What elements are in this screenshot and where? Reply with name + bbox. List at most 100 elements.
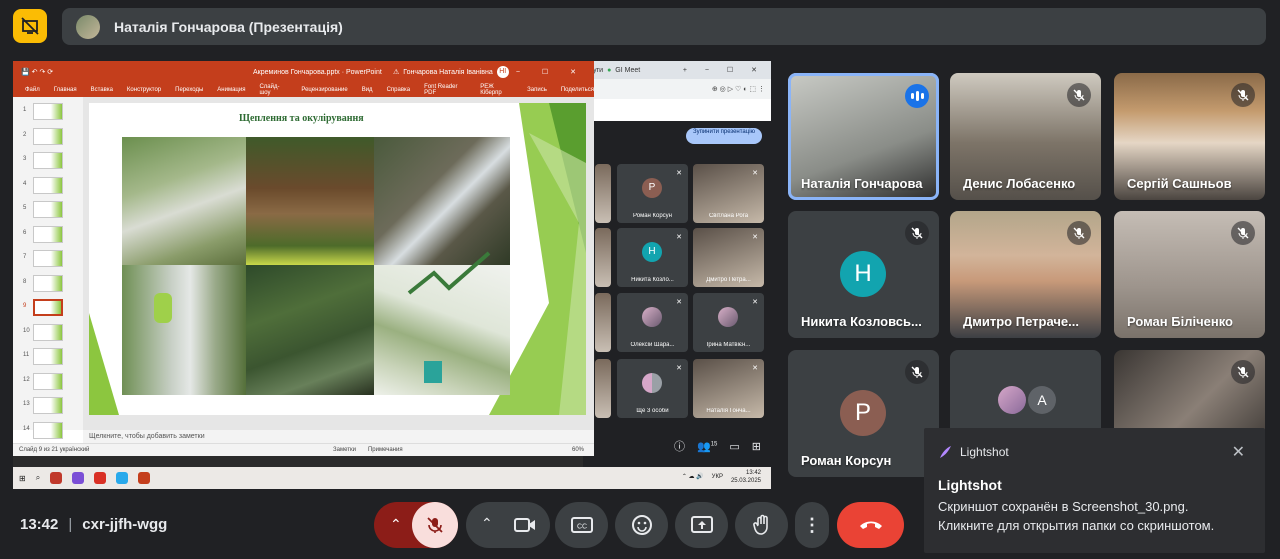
captions-button[interactable]: CC (555, 502, 608, 548)
ribbon-tab[interactable]: Вставка (91, 87, 113, 93)
emoji-icon (631, 515, 652, 535)
slide-thumbnail[interactable] (33, 323, 63, 341)
participant-name: Наталія Гончарова (801, 176, 923, 191)
avatar: Н (840, 251, 886, 297)
app-icon[interactable] (94, 472, 107, 484)
slide-thumbnail[interactable] (33, 299, 63, 316)
presenter-title: Наталія Гончарова (Презентація) (114, 18, 343, 35)
ppt-user-name: Гончарова Наталія Іванівна (403, 68, 493, 76)
ribbon-tab[interactable]: Вид (362, 87, 373, 93)
ppt-ribbon-tabs: Файл Главная Вставка Конструктор Переходы Ани… (13, 83, 594, 97)
participant-tile[interactable]: Денис Лобасенко (950, 73, 1101, 200)
viber-icon[interactable] (72, 472, 85, 484)
people-icon: 👥15 (696, 440, 718, 453)
ribbon-tab[interactable]: РЕЖ Кіберпр (480, 84, 513, 96)
clock: 13:42 (20, 516, 59, 533)
ribbon-tab[interactable]: Поделиться (561, 87, 594, 93)
participant-tile[interactable]: Р Роман Корсун (788, 350, 939, 477)
participant-name: Дмитро Петраче... (963, 314, 1079, 329)
participant-tile[interactable]: Н Никита Козловсь... (788, 211, 939, 338)
slide-thumbnail[interactable] (33, 103, 63, 120)
info-icon: ⓘ (673, 441, 685, 453)
app-icon[interactable] (50, 472, 63, 484)
stop-presenting-button[interactable]: Зупинити презентацію (686, 128, 762, 144)
notes-pane[interactable]: Щелкните, чтобы добавить заметки (83, 430, 594, 443)
search-icon[interactable]: ⌕ (36, 473, 40, 483)
ppt-user: ⚠ Гончарова Наталія Іванівна НІ (393, 66, 509, 78)
slide-thumbnail[interactable] (33, 176, 63, 194)
shared-screen: дуги ● GI Meet + − ☐ ✕ ⊕ ◎ ▷ ♡ ◐ ⬚ ⋮ Зуп… (13, 61, 771, 489)
mic-off-icon (427, 517, 443, 533)
ppt-window-controls[interactable]: − ☐ ✕ (516, 68, 586, 76)
powerpoint-icon[interactable] (138, 472, 151, 484)
slide-thumbnail[interactable] (33, 421, 63, 439)
thumb-number: 14 (23, 425, 30, 432)
lightshot-notification[interactable]: Lightshot ✕ Lightshot Скриншот сохранён … (924, 428, 1265, 553)
toast-message: Скриншот сохранён в Screenshot_30.png. (938, 499, 1189, 514)
window-controls-icon: + − ☐ ✕ (682, 67, 765, 74)
slide-thumbnail[interactable] (33, 274, 63, 292)
participant-name: Никита Козловсь... (801, 314, 922, 329)
slide-thumbnail[interactable] (33, 348, 63, 365)
zoom-level[interactable]: 60% (572, 447, 584, 453)
slide-counter: Слайд 9 из 21 українский (19, 447, 90, 453)
thumb-number: 8 (23, 278, 27, 285)
present-button[interactable] (675, 502, 728, 548)
ribbon-tab[interactable]: Переходы (175, 87, 203, 93)
mic-toggle-button[interactable] (412, 502, 458, 548)
mirrored-participant-tile: ✕ Дмитро Петра... (693, 228, 764, 287)
browser-tabs: дуги ● GI Meet + − ☐ ✕ (583, 61, 771, 79)
mic-off-icon (1067, 83, 1091, 107)
slide-thumbnail[interactable] (33, 397, 63, 414)
presenter-desktop: дуги ● GI Meet + − ☐ ✕ ⊕ ◎ ▷ ♡ ◐ ⬚ ⋮ Зуп… (13, 61, 771, 489)
end-call-button[interactable] (837, 502, 904, 548)
ribbon-tab[interactable]: Файл (25, 87, 40, 93)
participant-name: Ірина Матвієн... (706, 342, 751, 348)
slide-thumbnail[interactable] (33, 152, 63, 169)
thumb-number: 9 (23, 303, 27, 309)
more-vert-icon: ⋮ (803, 514, 821, 535)
ribbon-tab[interactable]: Запись (527, 87, 547, 93)
avatar: А (1028, 386, 1056, 414)
participant-tile[interactable]: Сергій Сашньов (1114, 73, 1265, 200)
mic-off-icon (905, 221, 929, 245)
ribbon-tab[interactable]: Анимация (217, 87, 245, 93)
comments-button[interactable]: Примечания (368, 447, 403, 453)
meet-tab-icon: ● (607, 66, 612, 74)
mirrored-participant-tile: ✕ Наталія Гонча... (693, 359, 764, 418)
meet-window: Наталія Гончарова (Презентація) дуги ● G… (0, 0, 1280, 559)
ribbon-tab[interactable]: Главная (54, 87, 77, 93)
ribbon-tab[interactable]: Рецензирование (301, 87, 347, 93)
thumb-number: 11 (23, 352, 30, 358)
participant-name: Никита Козло... (631, 277, 674, 283)
speaking-indicator-icon (905, 84, 929, 108)
avatar (718, 307, 738, 327)
ribbon-tab[interactable]: Слайд-шоу (259, 84, 287, 96)
browser-tab[interactable]: GI Meet (615, 67, 640, 74)
presenter-avatar (76, 14, 100, 39)
emoji-button[interactable] (615, 502, 668, 548)
slide-thumbnail[interactable] (33, 372, 63, 390)
slide-thumbnail[interactable] (33, 250, 63, 267)
telegram-icon[interactable] (116, 472, 129, 484)
more-options-button[interactable]: ⋮ (795, 502, 829, 548)
ribbon-tab[interactable]: Font Reader PDF (424, 84, 466, 96)
slide-thumbnail[interactable] (33, 225, 63, 243)
ribbon-tab[interactable]: Справка (387, 87, 411, 93)
notes-button[interactable]: Заметки (333, 447, 356, 453)
camera-toggle-button[interactable]: ⌃ (466, 502, 550, 548)
windows-start-icon[interactable]: ⊞ (19, 474, 26, 483)
presentation-off-icon[interactable] (13, 9, 47, 43)
ribbon-tab[interactable]: Конструктор (127, 87, 161, 93)
participant-tile[interactable]: Дмитро Петраче... (950, 211, 1101, 338)
raise-hand-button[interactable] (735, 502, 788, 548)
participant-tile[interactable]: Наталія Гончарова (788, 73, 939, 200)
slide-thumbnail[interactable] (33, 201, 63, 218)
slide-thumbnail[interactable] (33, 127, 63, 145)
participant-name: Роман Корсун (801, 453, 892, 468)
mirrored-participant-tile (595, 228, 611, 287)
participant-tile[interactable]: Роман Біліченко (1114, 211, 1265, 338)
avatar: Р (642, 178, 662, 198)
mirrored-participant-tile: ✕ Олексій Шара... (617, 293, 688, 352)
close-icon[interactable]: ✕ (1232, 442, 1245, 462)
